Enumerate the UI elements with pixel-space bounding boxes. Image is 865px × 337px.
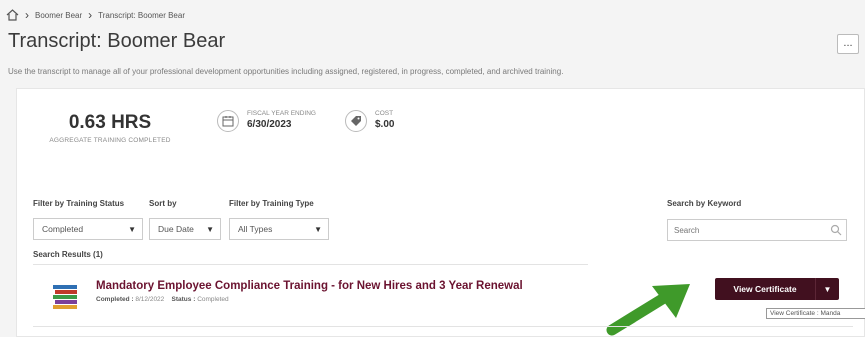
caret-down-icon: ▼: [206, 225, 214, 234]
search-input[interactable]: [667, 219, 847, 241]
type-filter-select[interactable]: All Types ▼: [229, 218, 329, 240]
chevron-right-icon: ›: [88, 8, 93, 22]
search-label: Search by Keyword: [667, 199, 742, 208]
status-label: Status :: [171, 296, 196, 303]
status-filter-label: Filter by Training Status: [33, 199, 125, 208]
fiscal-year-stat: FISCAL YEAR ENDING 6/30/2023: [217, 110, 316, 132]
books-icon: [53, 285, 77, 309]
search-icon[interactable]: [830, 224, 842, 236]
hours-label: AGGREGATE TRAINING COMPLETED: [49, 137, 171, 144]
hours-value: 0.63 HRS: [68, 112, 152, 133]
results-divider: [33, 264, 588, 265]
caret-down-icon: ▼: [314, 225, 322, 234]
breadcrumb: › Boomer Bear › Transcript: Boomer Bear: [6, 7, 185, 23]
status-value: Completed: [197, 296, 229, 303]
fiscal-year-label: FISCAL YEAR ENDING: [247, 110, 316, 117]
aggregate-hours-stat: 0.63 HRS AGGREGATE TRAINING COMPLETED: [25, 112, 195, 144]
cost-label: COST: [375, 110, 394, 117]
view-certificate-label: View Certificate: [733, 284, 797, 294]
training-meta: Completed : 8/12/2022 Status : Completed: [96, 296, 229, 303]
training-title-link[interactable]: Mandatory Employee Compliance Training -…: [96, 280, 523, 292]
cost-stat: COST $.00: [345, 110, 394, 132]
tag-icon: [345, 110, 367, 132]
type-filter-value: All Types: [238, 224, 273, 234]
status-filter-select[interactable]: Completed ▼: [33, 218, 143, 240]
green-arrow-icon: [606, 284, 690, 336]
home-icon[interactable]: [6, 9, 19, 21]
sort-value: Due Date: [158, 224, 194, 234]
page-title: Transcript: Boomer Bear: [8, 30, 226, 52]
fiscal-year-value: 6/30/2023: [247, 119, 292, 130]
breadcrumb-item-boomer-bear[interactable]: Boomer Bear: [35, 11, 82, 20]
breadcrumb-item-transcript: Transcript: Boomer Bear: [98, 10, 185, 20]
view-certificate-tooltip: View Certificate : Manda: [766, 308, 865, 319]
status-filter-value: Completed: [42, 224, 84, 234]
completed-label: Completed :: [96, 296, 134, 303]
sort-select[interactable]: Due Date ▼: [149, 218, 221, 240]
cost-value: $.00: [375, 119, 395, 130]
more-options-button[interactable]: ...: [837, 34, 859, 54]
caret-down-icon: ▼: [128, 225, 136, 234]
bottom-divider: [33, 326, 853, 327]
page-description: Use the transcript to manage all of your…: [8, 67, 564, 76]
sort-label: Sort by: [149, 199, 177, 208]
calendar-icon: [217, 110, 239, 132]
caret-down-icon[interactable]: ▼: [815, 278, 839, 300]
search-results-count: Search Results (1): [33, 250, 103, 259]
completed-date: 8/12/2022: [135, 296, 165, 303]
chevron-right-icon: ›: [25, 8, 29, 22]
type-filter-label: Filter by Training Type: [229, 199, 314, 208]
view-certificate-button[interactable]: View Certificate ▼: [715, 278, 839, 300]
